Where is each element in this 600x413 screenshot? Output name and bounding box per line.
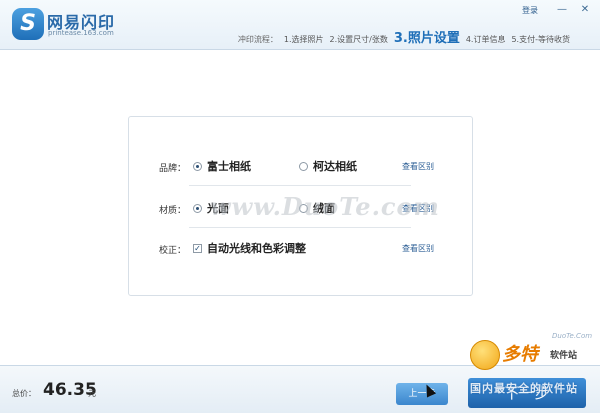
brand-option-fuji-label: 富士相纸 (207, 160, 251, 173)
brand-option-kodak[interactable]: 柯达相纸 (299, 158, 357, 174)
divider (189, 185, 411, 186)
badge-name: 多特 (502, 344, 538, 365)
material-option-glossy[interactable]: 光面 (193, 200, 229, 216)
step-4: 4.订单信息 (465, 35, 506, 44)
correction-label: 校正： (159, 246, 187, 256)
divider (189, 227, 411, 228)
material-option-matte[interactable]: 绒面 (299, 200, 335, 216)
auto-correction-checkbox[interactable]: ✓ 自动光线和色彩调整 (193, 240, 306, 256)
correction-view-diff-link[interactable]: 查看区别 (402, 243, 434, 254)
close-icon[interactable]: ✕ (578, 4, 592, 16)
radio-kodak[interactable] (299, 161, 308, 171)
material-label: 材质： (159, 206, 187, 216)
step-5: 5.支付-等待收货 (511, 35, 570, 44)
material-view-diff-link[interactable]: 查看区别 (402, 203, 434, 214)
minimize-icon[interactable]: — (555, 4, 569, 16)
radio-glossy[interactable] (193, 203, 202, 213)
badge-subtitle: 软件站 (550, 351, 578, 361)
step-1: 1.选择照片 (283, 35, 324, 44)
brand-view-diff-link[interactable]: 查看区别 (402, 161, 434, 172)
material-row: 材质： 光面 绒面 查看区别 (129, 199, 472, 219)
next-step-button[interactable]: 下一步 (468, 378, 586, 408)
brand-option-kodak-label: 柯达相纸 (313, 160, 357, 173)
step-2: 2.设置尺寸/张数 (329, 35, 388, 44)
order-steps: 冲印流程： 1.选择照片 2.设置尺寸/张数 3.照片设置 4.订单信息 5.支… (238, 27, 570, 46)
checkmark-icon[interactable]: ✓ (193, 243, 202, 253)
brand-label: 品牌： (159, 164, 187, 174)
correction-row: 校正： ✓ 自动光线和色彩调整 查看区别 (129, 239, 472, 259)
badge-url: DuoTe.Com (552, 332, 593, 340)
brand-row: 品牌： 富士相纸 柯达相纸 查看区别 (129, 157, 472, 177)
app-header: S 网易闪印 printease.163.com 登录 — ✕ 冲印流程： 1.… (0, 0, 600, 50)
window-controls: 登录 — ✕ (522, 4, 592, 16)
brand-option-fuji[interactable]: 富士相纸 (193, 158, 251, 174)
step-3-current: 3.照片设置 (393, 31, 460, 46)
app-url: printease.163.com (48, 29, 114, 37)
total-price-unit: 元 (88, 389, 96, 398)
radio-matte[interactable] (299, 203, 308, 213)
footer-bar: 总价： 46.35 元 上一步 下一步 (0, 365, 600, 413)
material-option-glossy-label: 光面 (207, 202, 229, 215)
total-price-label: 总价： (12, 389, 36, 398)
radio-fuji[interactable] (193, 161, 202, 171)
login-link[interactable]: 登录 (522, 5, 538, 16)
steps-label: 冲印流程： (237, 35, 278, 44)
material-option-matte-label: 绒面 (313, 202, 335, 215)
auto-correction-label: 自动光线和色彩调整 (207, 242, 306, 255)
app-logo-icon: S (12, 8, 44, 40)
photo-settings-panel: 品牌： 富士相纸 柯达相纸 查看区别 材质： 光面 绒面 查看区别 校正： ✓ … (128, 116, 473, 296)
